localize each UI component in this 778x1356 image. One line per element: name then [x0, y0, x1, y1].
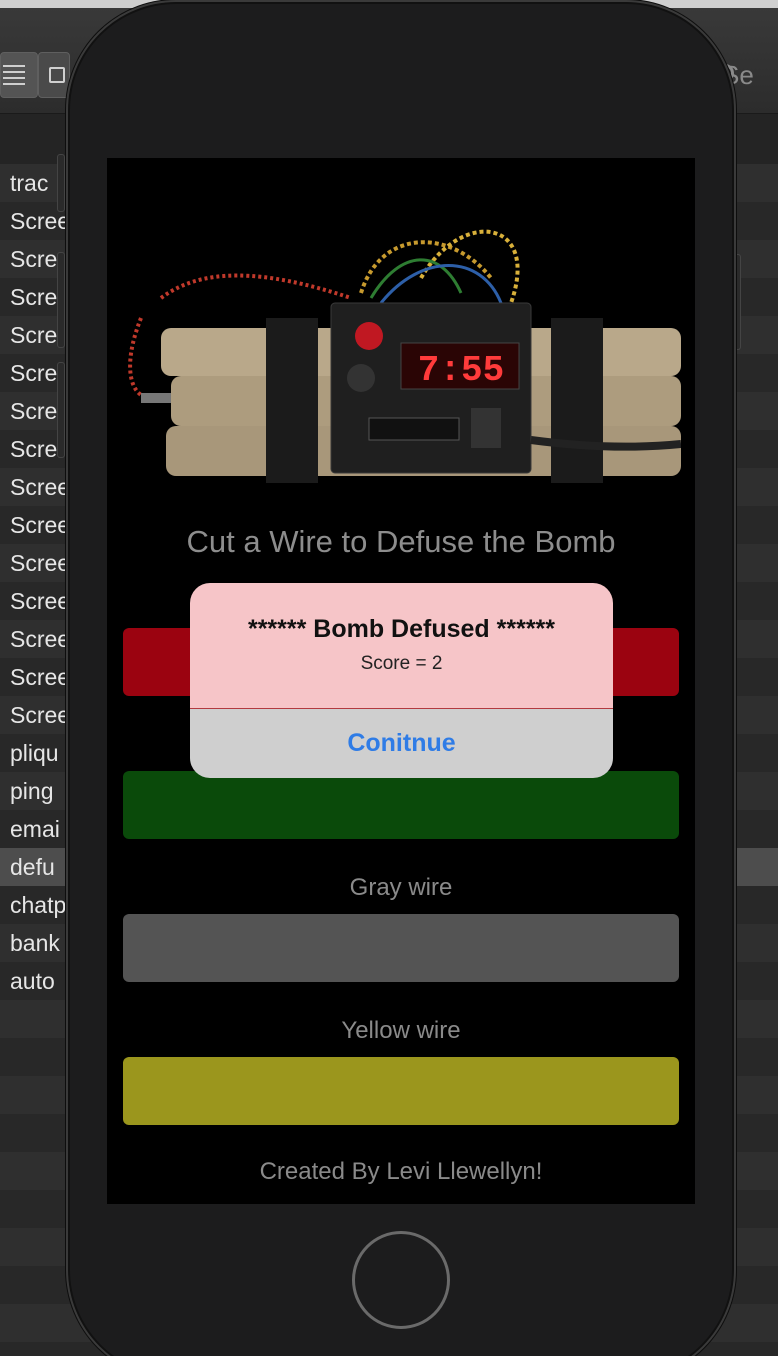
bomb-defused-alert: ****** Bomb Defused ****** Score = 2 Con… — [190, 583, 613, 778]
volume-up-button — [57, 252, 65, 348]
bomb-timer-display: 7:55 — [418, 350, 504, 391]
page-title: Cut a Wire to Defuse the Bomb — [186, 524, 616, 559]
credit-text: Created By Levi Llewellyn! — [259, 1158, 543, 1185]
gray-wire-label: Gray wire — [349, 874, 453, 901]
bomb-image: 7:55 — [128, 229, 681, 483]
yellow-wire-button[interactable] — [123, 1057, 679, 1125]
home-button[interactable] — [352, 1231, 450, 1329]
column-view-button[interactable] — [38, 52, 70, 98]
mute-switch — [57, 154, 65, 212]
gray-wire-button[interactable] — [123, 914, 679, 982]
yellow-wire-label: Yellow wire — [341, 1017, 461, 1044]
continue-button[interactable]: Conitnue — [190, 709, 613, 778]
green-wire-button[interactable] — [123, 771, 679, 839]
alert-title: ****** Bomb Defused ****** — [247, 615, 556, 643]
volume-down-button — [57, 362, 65, 458]
list-view-button[interactable] — [0, 52, 38, 98]
alert-message: Score = 2 — [360, 653, 443, 674]
